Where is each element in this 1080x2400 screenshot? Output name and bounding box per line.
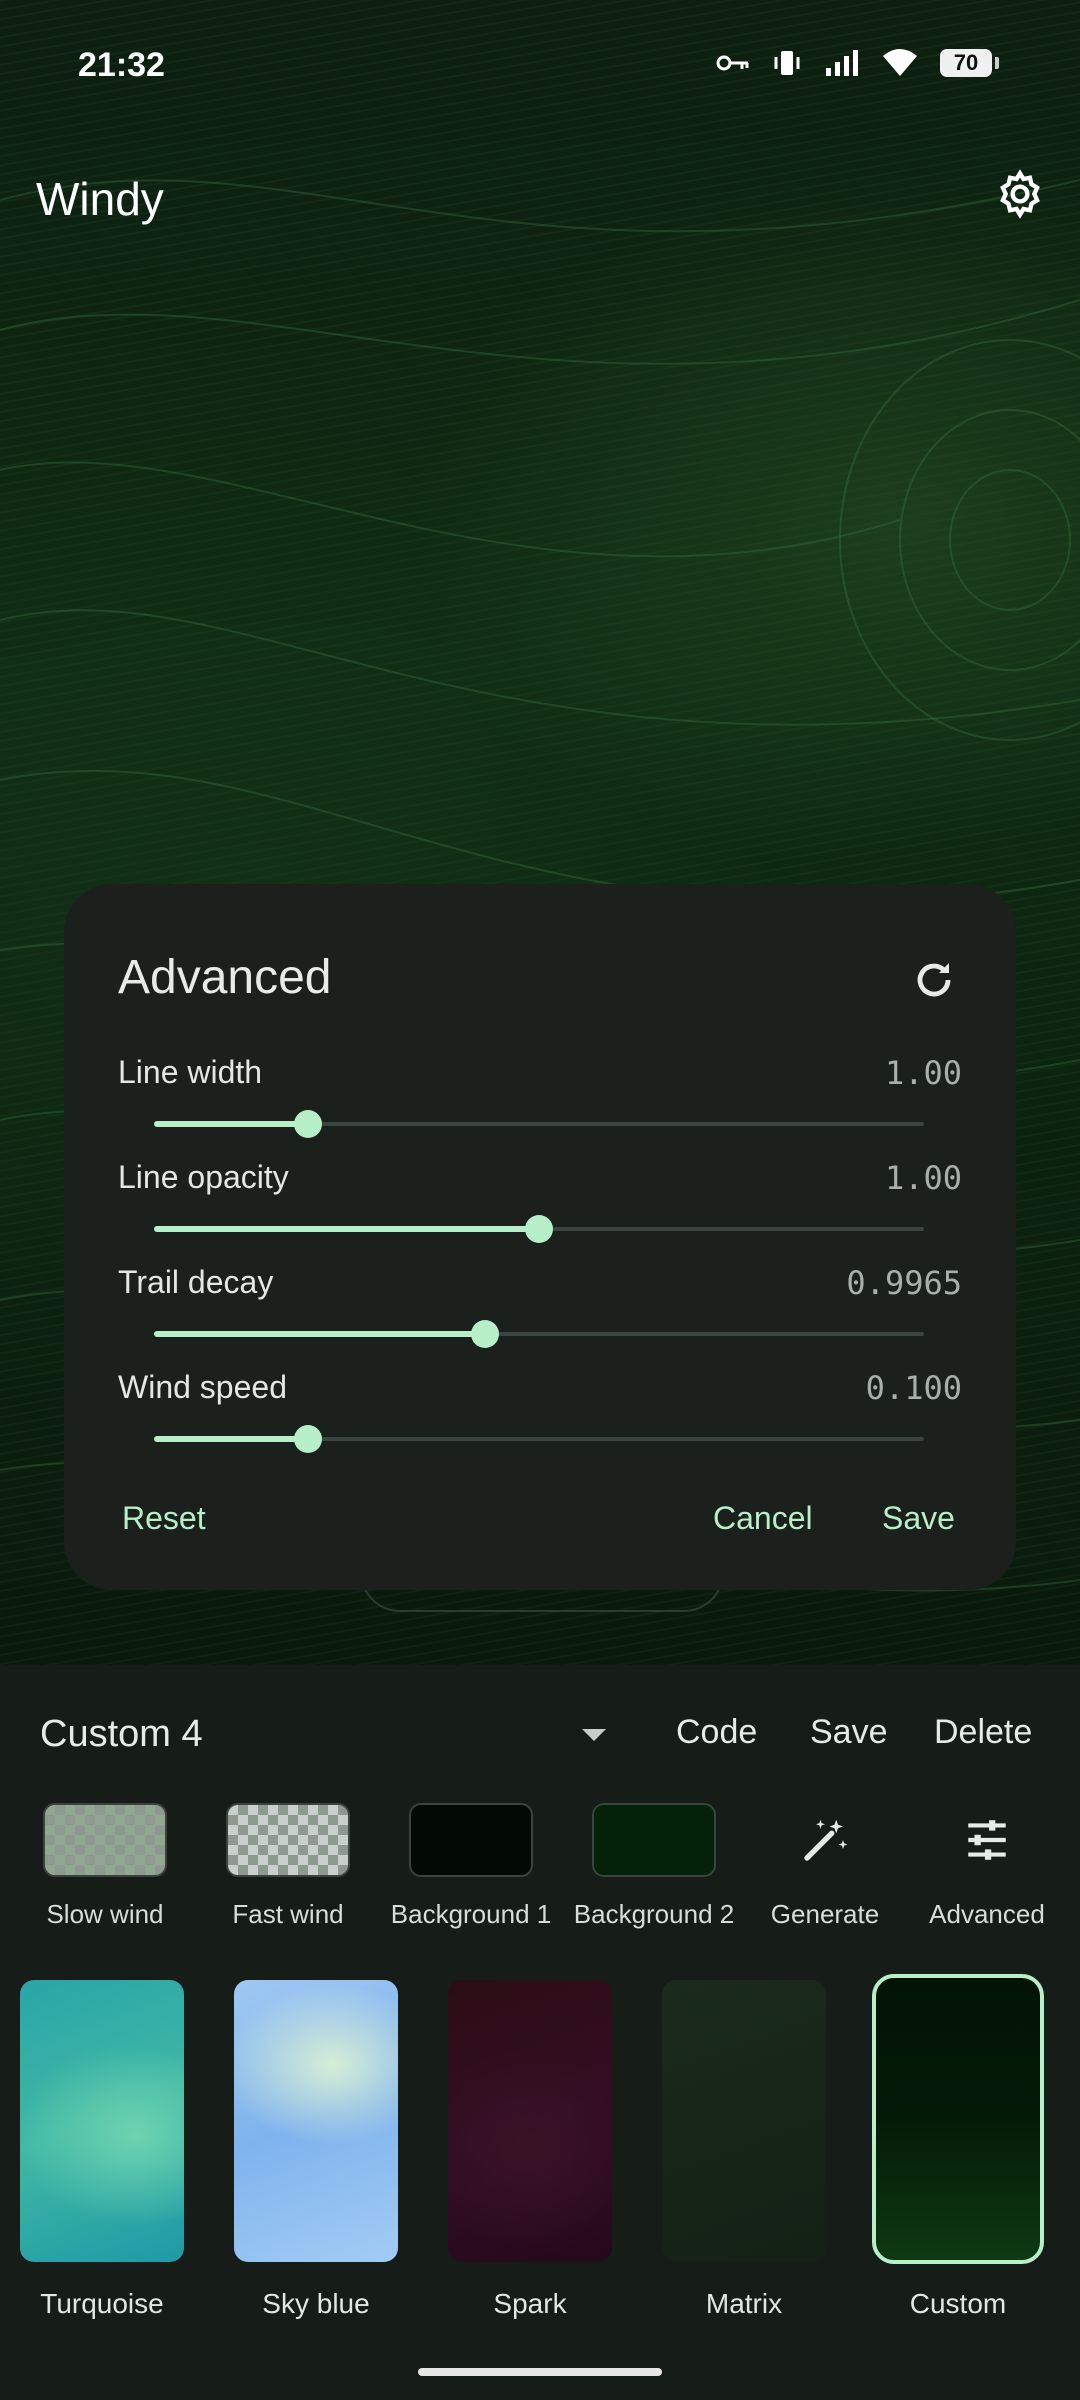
setting-value: 0.100	[865, 1369, 962, 1407]
background-2-swatch	[592, 1803, 716, 1877]
tool-label: Background 2	[573, 1899, 735, 1929]
cancel-button[interactable]: Cancel	[713, 1500, 813, 1537]
theme-label: Matrix	[705, 2288, 783, 2319]
slider-thumb[interactable]	[525, 1215, 553, 1243]
code-button[interactable]: Code	[676, 1713, 757, 1752]
battery-icon: 70	[940, 49, 999, 77]
setting-label: Line opacity	[118, 1159, 289, 1195]
line-width-slider[interactable]	[154, 1108, 924, 1140]
line-opacity-setting: Line opacity 1.00	[118, 1159, 962, 1249]
wind-speed-slider[interactable]	[154, 1423, 924, 1455]
refresh-icon[interactable]	[910, 956, 958, 1004]
fast-wind-tool[interactable]: Fast wind	[203, 1803, 373, 1930]
slider-fill	[154, 1436, 308, 1442]
theme-card-sky-blue[interactable]	[234, 1980, 398, 2262]
generate-tool[interactable]: Generate	[740, 1803, 910, 1930]
wifi-icon	[883, 49, 917, 76]
status-bar: 21:32 70	[0, 0, 1080, 130]
setting-label: Wind speed	[118, 1369, 287, 1405]
slow-wind-tool[interactable]: Slow wind	[20, 1803, 190, 1930]
theme-card-spark[interactable]	[448, 1980, 612, 2262]
advanced-dialog: Advanced Line width 1.00 Line opacity 1.…	[64, 884, 1016, 1590]
theme-card-custom[interactable]	[872, 1974, 1044, 2264]
wind-speed-setting: Wind speed 0.100	[118, 1369, 962, 1459]
fast-wind-swatch	[226, 1803, 350, 1877]
slider-thumb[interactable]	[294, 1425, 322, 1453]
tune-icon	[968, 1820, 1006, 1860]
home-indicator[interactable]	[418, 2368, 662, 2376]
setting-value: 1.00	[884, 1054, 962, 1092]
slider-fill	[154, 1121, 308, 1127]
dialog-title: Advanced	[118, 951, 332, 1004]
background-1-tool[interactable]: Background 1	[386, 1803, 556, 1930]
theme-label: Spark	[493, 2288, 567, 2319]
advanced-tool[interactable]: Advanced	[902, 1803, 1072, 1930]
slider-thumb[interactable]	[294, 1110, 322, 1138]
dropdown-arrow-icon[interactable]	[582, 1729, 606, 1741]
delete-button[interactable]: Delete	[934, 1713, 1032, 1752]
theme-label: Sky blue	[262, 2288, 370, 2319]
slow-wind-swatch	[43, 1803, 167, 1877]
tool-label: Slow wind	[46, 1899, 164, 1929]
tool-label: Generate	[770, 1899, 880, 1929]
line-opacity-slider[interactable]	[154, 1213, 924, 1245]
setting-value: 0.9965	[846, 1264, 962, 1302]
theme-label: Custom	[909, 2288, 1007, 2319]
slider-fill	[154, 1331, 486, 1337]
setting-label: Line width	[118, 1054, 263, 1090]
app-title: Windy	[36, 173, 164, 225]
background-1-swatch	[409, 1803, 533, 1877]
vibrate-icon	[774, 51, 800, 75]
line-width-setting: Line width 1.00	[118, 1054, 962, 1144]
setting-label: Trail decay	[118, 1264, 274, 1300]
signal-icon	[826, 50, 858, 76]
tool-label: Advanced	[929, 1899, 1045, 1929]
background-2-tool[interactable]: Background 2	[569, 1803, 739, 1930]
tool-label: Fast wind	[232, 1899, 344, 1929]
trail-decay-slider[interactable]	[154, 1318, 924, 1350]
theme-label: Turquoise	[40, 2288, 164, 2319]
theme-card-turquoise[interactable]	[20, 1980, 184, 2262]
trail-decay-setting: Trail decay 0.9965	[118, 1264, 962, 1354]
preset-dropdown[interactable]: Custom 4	[40, 1713, 203, 1756]
reset-button[interactable]: Reset	[122, 1500, 206, 1537]
key-icon	[716, 55, 749, 71]
slider-thumb[interactable]	[471, 1320, 500, 1348]
setting-value: 1.00	[884, 1159, 962, 1197]
magic-wand-icon	[804, 1819, 848, 1861]
status-icons: 70	[716, 48, 999, 78]
tool-label: Background 1	[390, 1899, 552, 1929]
gear-icon[interactable]	[994, 168, 1046, 220]
theme-card-matrix[interactable]	[662, 1980, 826, 2262]
clock: 21:32	[78, 46, 165, 84]
slider-fill	[154, 1226, 539, 1232]
save-button[interactable]: Save	[882, 1500, 955, 1537]
save-preset-button[interactable]: Save	[810, 1713, 888, 1752]
